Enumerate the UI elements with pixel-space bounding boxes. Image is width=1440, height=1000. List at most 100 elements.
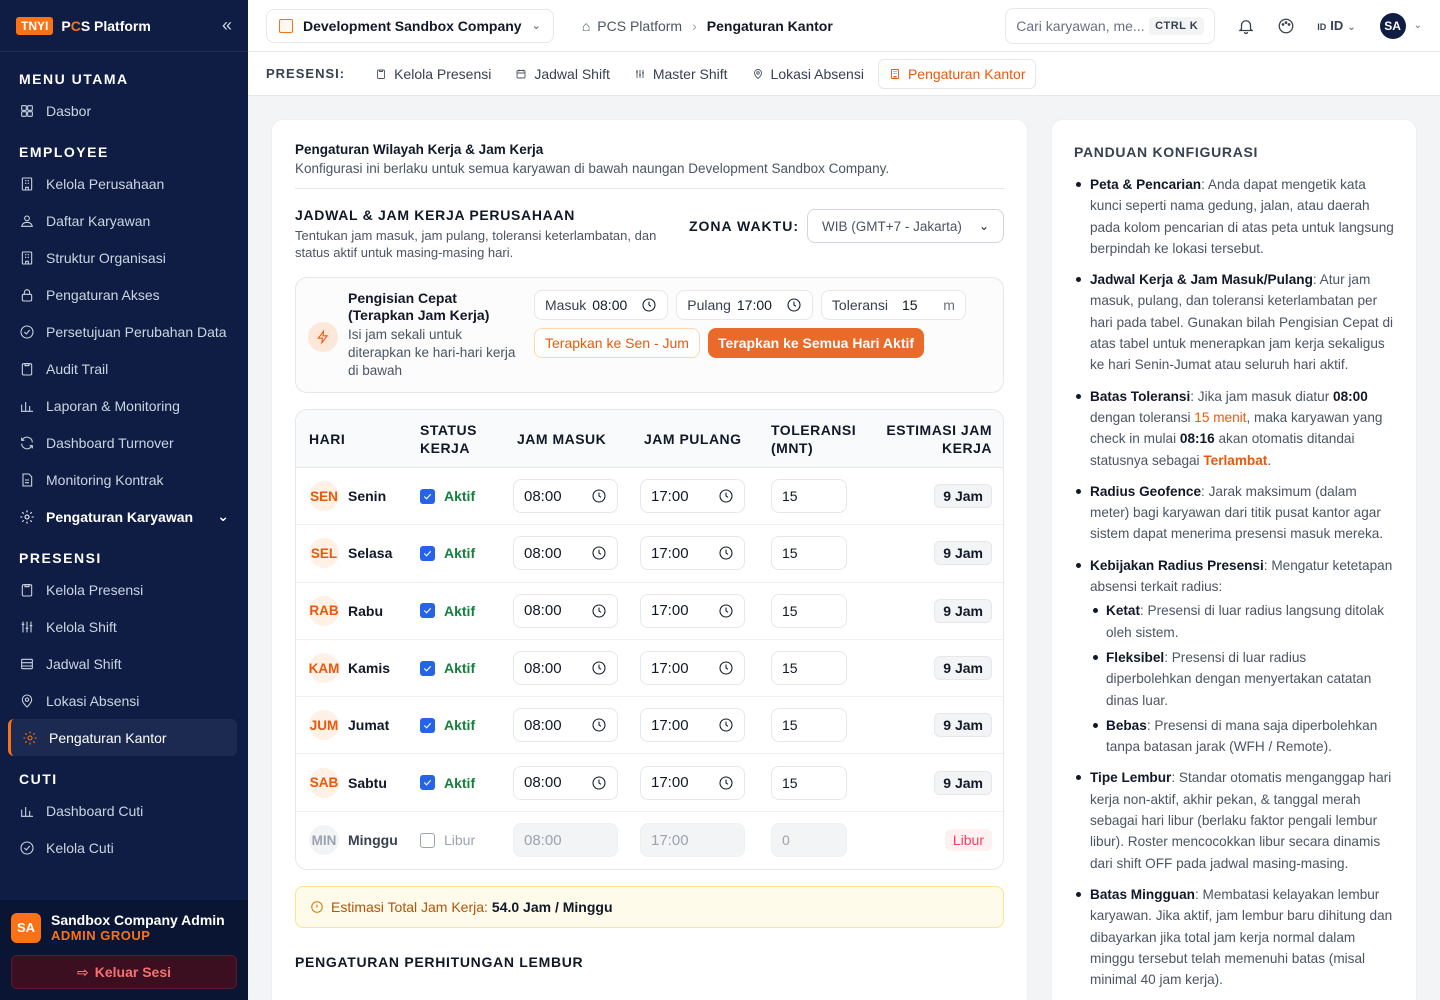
- sidebar-item-audit-trail[interactable]: Audit Trail: [0, 350, 248, 387]
- sidebar: TNYI PCS Platform « MENU UTAMA Dasbor EMPL…: [0, 0, 248, 1000]
- status-checkbox[interactable]: Aktif: [420, 603, 504, 619]
- sliders-icon: [634, 68, 646, 80]
- clock-icon: [718, 775, 734, 791]
- status-checkbox[interactable]: Aktif: [420, 545, 504, 561]
- clock-icon: [591, 603, 607, 619]
- tab-jadwal-shift[interactable]: Jadwal Shift: [505, 59, 619, 89]
- toleransi-input[interactable]: 15: [771, 593, 847, 628]
- jam-masuk-input[interactable]: 08:00: [513, 593, 618, 628]
- clock-icon: [591, 545, 607, 561]
- day-badge: KAM: [309, 653, 339, 684]
- building-icon: [279, 18, 293, 33]
- clock-icon: [591, 660, 607, 676]
- language-selector[interactable]: ID ID ⌄: [1317, 18, 1355, 33]
- sidebar-item-kelola-perusahaan[interactable]: Kelola Perusahaan: [0, 165, 248, 202]
- sidebar-item-struktur-organisasi[interactable]: Struktur Organisasi: [0, 239, 248, 276]
- jam-masuk-input[interactable]: 08:00: [513, 708, 618, 743]
- sidebar-section-title: PRESENSI: [19, 550, 102, 566]
- search-placeholder: Cari karyawan, me...: [1016, 17, 1145, 34]
- sidebar-item-label: Pengaturan Karyawan: [46, 508, 194, 525]
- sidebar-item-label: Laporan & Monitoring: [46, 397, 180, 414]
- status-checkbox[interactable]: Aktif: [420, 775, 504, 791]
- status-checkbox[interactable]: Aktif: [420, 717, 504, 733]
- jam-masuk-input[interactable]: 08:00: [513, 651, 618, 686]
- checkbox-icon: [420, 717, 435, 733]
- sidebar-item-pengaturan-akses[interactable]: Pengaturan Akses: [0, 276, 248, 313]
- sidebar-item-persetujuan-perubahan-data[interactable]: Persetujuan Perubahan Data: [0, 313, 248, 350]
- toleransi-input[interactable]: 15: [771, 536, 847, 571]
- sidebar-item-lokasi-absensi[interactable]: Lokasi Absensi: [0, 682, 248, 719]
- status-checkbox[interactable]: Aktif: [420, 660, 504, 676]
- gear-icon: [19, 509, 35, 525]
- tab-lokasi-absensi[interactable]: Lokasi Absensi: [742, 59, 874, 89]
- chevron-down-icon: ⌄: [1347, 22, 1356, 33]
- sidebar-section-title: EMPLOYEE: [19, 144, 109, 160]
- sidebar-item-label: Monitoring Kontrak: [46, 471, 164, 488]
- avatar[interactable]: SA: [1379, 12, 1406, 39]
- quick-toleransi-field[interactable]: Toleransi 15 m: [820, 290, 966, 320]
- sidebar-item-daftar-karyawan[interactable]: Daftar Karyawan: [0, 202, 248, 239]
- sidebar-item-jadwal-shift[interactable]: Jadwal Shift: [0, 645, 248, 682]
- palette-icon[interactable]: [1277, 17, 1295, 35]
- table-row: JUM Jumat Aktif 08:00 17:00 15 9 Jam: [296, 697, 1003, 755]
- sidebar-item-pengaturan-kantor[interactable]: Pengaturan Kantor: [8, 719, 237, 756]
- collapse-sidebar-icon[interactable]: «: [222, 15, 232, 36]
- toleransi-input[interactable]: 15: [771, 479, 847, 514]
- sidebar-item-monitoring-kontrak[interactable]: Monitoring Kontrak: [0, 461, 248, 498]
- tab-pengaturan-kantor[interactable]: Pengaturan Kantor: [877, 58, 1037, 89]
- search-input[interactable]: Cari karyawan, me... CTRL K: [1005, 7, 1216, 44]
- quick-pulang-field[interactable]: Pulang 17:00: [676, 290, 813, 320]
- clock-icon: [591, 717, 607, 733]
- logout-button[interactable]: ⇨ Keluar Sesi: [11, 955, 237, 989]
- language-flag: ID: [1317, 22, 1327, 32]
- sidebar-item-pengaturan-karyawan[interactable]: Pengaturan Karyawan ⌄: [0, 498, 248, 535]
- bell-icon[interactable]: [1237, 17, 1255, 35]
- guide-item-mingguan: Batas Mingguan: Membatasi kelayakan lemb…: [1074, 884, 1394, 990]
- toleransi-input[interactable]: 15: [771, 765, 847, 800]
- sidebar-header: TNYI PCS Platform «: [0, 0, 248, 52]
- clipboard-icon: [19, 361, 35, 377]
- clock-icon: [786, 297, 802, 313]
- chevron-down-icon[interactable]: ⌄: [1414, 20, 1422, 31]
- checkbox-icon: [420, 660, 435, 676]
- sidebar-item-kelola-shift[interactable]: Kelola Shift: [0, 608, 248, 645]
- jam-pulang-input[interactable]: 17:00: [640, 593, 745, 628]
- sidebar-item-kelola-cuti[interactable]: Kelola Cuti: [0, 829, 248, 866]
- schedule-table: HARI STATUS KERJA JAM MASUK JAM PULANG T…: [295, 409, 1004, 871]
- toleransi-input[interactable]: 15: [771, 651, 847, 686]
- quick-masuk-field[interactable]: Masuk 08:00: [534, 290, 669, 320]
- info-icon: [310, 900, 324, 914]
- jam-masuk-input[interactable]: 08:00: [513, 765, 618, 800]
- table-row: MIN Minggu Libur 08:00 17:00 0 Libur: [296, 812, 1003, 869]
- status-checkbox[interactable]: Libur: [420, 832, 504, 848]
- apply-all-active-button[interactable]: Terapkan ke Semua Hari Aktif: [707, 328, 925, 358]
- day-badge: SEL: [309, 538, 339, 569]
- sidebar-item-dasbor[interactable]: Dasbor: [0, 92, 248, 129]
- timezone-group: ZONA WAKTU: WIB (GMT+7 - Jakarta) ⌄: [689, 209, 1004, 243]
- status-checkbox[interactable]: Aktif: [420, 488, 504, 504]
- home-icon[interactable]: ⌂: [582, 18, 590, 34]
- sidebar-item-laporan-monitoring[interactable]: Laporan & Monitoring: [0, 387, 248, 424]
- jam-masuk-input[interactable]: 08:00: [513, 479, 618, 514]
- jam-pulang-input[interactable]: 17:00: [640, 651, 745, 686]
- lightning-icon: [308, 322, 338, 352]
- tab-kelola-presensi[interactable]: Kelola Presensi: [365, 59, 501, 89]
- sidebar-item-dashboard-turnover[interactable]: Dashboard Turnover: [0, 424, 248, 461]
- tab-master-shift[interactable]: Master Shift: [624, 59, 738, 89]
- jam-masuk-input[interactable]: 08:00: [513, 536, 618, 571]
- sidebar-item-kelola-presensi[interactable]: Kelola Presensi: [0, 571, 248, 608]
- breadcrumb-root[interactable]: PCS Platform: [597, 18, 682, 34]
- jam-pulang-input[interactable]: 17:00: [640, 708, 745, 743]
- logo-tag: TNYI: [16, 16, 54, 35]
- estimate-badge: 9 Jam: [934, 541, 992, 566]
- apply-weekdays-button[interactable]: Terapkan ke Sen - Jum: [534, 328, 700, 358]
- sidebar-item-dashboard-cuti[interactable]: Dashboard Cuti: [0, 792, 248, 829]
- jam-pulang-input[interactable]: 17:00: [640, 479, 745, 514]
- toleransi-input[interactable]: 15: [771, 708, 847, 743]
- jam-pulang-input[interactable]: 17:00: [640, 536, 745, 571]
- quick-fill-desc: Isi jam sekali untuk diterapkan ke hari-…: [348, 327, 516, 378]
- company-selector[interactable]: Development Sandbox Company ⌄: [266, 8, 554, 43]
- avatar: SA: [11, 912, 41, 943]
- jam-pulang-input[interactable]: 17:00: [640, 765, 745, 800]
- timezone-select[interactable]: WIB (GMT+7 - Jakarta) ⌄: [807, 209, 1004, 243]
